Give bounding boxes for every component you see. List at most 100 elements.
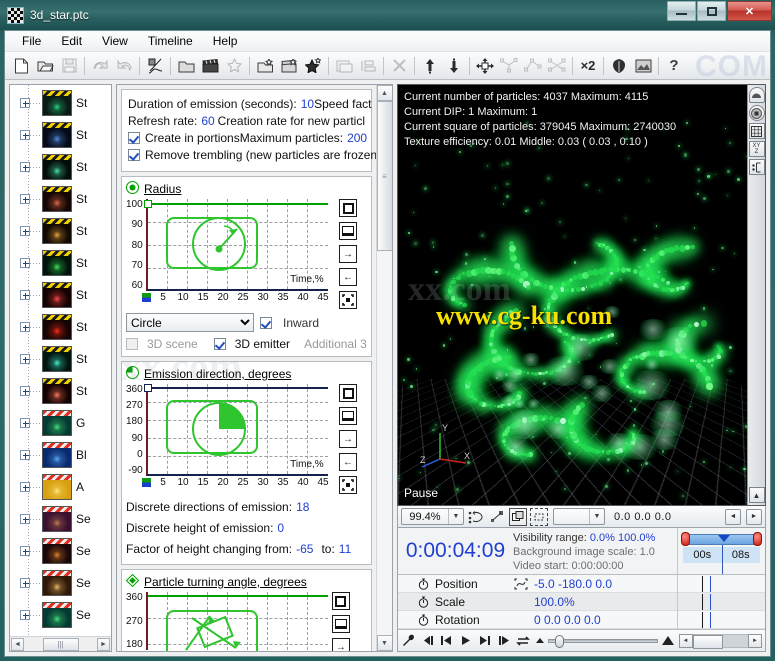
tree-item-10[interactable]: G: [10, 407, 111, 439]
move-down-button[interactable]: [442, 54, 466, 78]
chevron-down-icon[interactable]: ▼: [448, 509, 463, 524]
viewport-canvas[interactable]: xx.com www.cg-ku.com Current number of p…: [398, 85, 747, 505]
tree-item-7[interactable]: St: [10, 311, 111, 343]
zoom-combo[interactable]: 99.4% ▼: [401, 508, 464, 525]
effect-thumbnail[interactable]: [42, 602, 72, 628]
tree-expand-icon[interactable]: [20, 482, 30, 492]
range-end-knob[interactable]: [753, 532, 762, 546]
tree-expand-icon[interactable]: [20, 450, 30, 460]
effect-thumbnail[interactable]: [42, 378, 72, 404]
tree-item-15[interactable]: Se: [10, 567, 111, 599]
viewport-next-button[interactable]: ►: [746, 508, 762, 525]
effects-tree-list[interactable]: St St St St St St St St St St G Bl A Se Se Se Se: [10, 85, 111, 636]
tree-item-0[interactable]: St: [10, 87, 111, 119]
tree-horizontal-scrollbar[interactable]: ◄ ||| ►: [10, 636, 111, 651]
pivot-icon[interactable]: [748, 159, 765, 175]
slider-track[interactable]: [547, 634, 658, 648]
tree-item-1[interactable]: St: [10, 119, 111, 151]
scene3d-checkbox[interactable]: [126, 338, 138, 350]
collapse-up-icon[interactable]: ▲: [748, 487, 765, 503]
tree-item-12[interactable]: A: [10, 471, 111, 503]
inward-checkbox[interactable]: [260, 316, 272, 329]
delete-button[interactable]: [387, 54, 411, 78]
3d-viewport[interactable]: xx.com www.cg-ku.com Current number of p…: [397, 84, 766, 506]
tree-item-13[interactable]: Se: [10, 503, 111, 535]
discrete-dirs-value[interactable]: 18: [296, 500, 309, 514]
tree-expand-icon[interactable]: [20, 386, 30, 396]
go-start-icon[interactable]: [439, 633, 453, 648]
open-file-button[interactable]: [33, 54, 57, 78]
effect-thumbnail[interactable]: [42, 506, 72, 532]
props-scroll-thumb[interactable]: ≡: [376, 101, 392, 251]
shift-right-button[interactable]: →: [339, 430, 357, 448]
coord-combo[interactable]: ▼: [553, 508, 605, 525]
node-graph-button[interactable]: [497, 54, 521, 78]
tree-item-9[interactable]: St: [10, 375, 111, 407]
maximize-graph-button[interactable]: [339, 199, 357, 217]
duration-value[interactable]: 10: [301, 97, 314, 111]
tree-scroll-thumb[interactable]: |||: [42, 637, 79, 651]
radius-plot-area[interactable]: Time,%: [143, 199, 328, 291]
tree-expand-icon[interactable]: [20, 194, 30, 204]
range-start-knob[interactable]: [681, 532, 690, 546]
redo-button[interactable]: [112, 54, 136, 78]
emitter3d-checkbox[interactable]: [213, 338, 226, 350]
timeline-row-value[interactable]: 0 0.0 0.0 0.0: [534, 613, 677, 627]
timeline-row-rotation[interactable]: Rotation 0 0.0 0.0 0.0: [398, 610, 765, 629]
tree-expand-icon[interactable]: [20, 258, 30, 268]
effect-thumbnail[interactable]: [42, 570, 72, 596]
discrete-height-value[interactable]: 0: [277, 521, 284, 535]
effect-thumbnail[interactable]: [42, 314, 72, 340]
props-scroll-down-button[interactable]: ▼: [376, 635, 392, 651]
fit-graph-button[interactable]: [339, 476, 357, 494]
factor-from-value[interactable]: -65: [296, 542, 313, 556]
playhead-caret-icon[interactable]: [718, 535, 730, 542]
marquee-tool-button[interactable]: [530, 507, 548, 526]
tree-item-5[interactable]: St: [10, 247, 111, 279]
minimize-button[interactable]: [667, 1, 696, 21]
shift-left-button[interactable]: ←: [339, 268, 357, 286]
fit-graph-button[interactable]: [339, 291, 357, 309]
tree-item-16[interactable]: Se: [10, 599, 111, 631]
max-particles-value[interactable]: 200: [347, 131, 367, 145]
duplicate-tool-button[interactable]: [509, 507, 527, 526]
shift-right-button[interactable]: →: [339, 245, 357, 263]
effect-thumbnail[interactable]: [42, 250, 72, 276]
timeline-zoom-slider[interactable]: [535, 634, 674, 648]
half-graph-button[interactable]: [339, 222, 357, 240]
timeline-scroll-track[interactable]: [692, 633, 748, 649]
chevron-down-icon[interactable]: ▼: [589, 509, 604, 524]
effect-thumbnail[interactable]: [42, 442, 72, 468]
half-graph-button[interactable]: [339, 407, 357, 425]
tree-expand-icon[interactable]: [20, 98, 30, 108]
refresh-rate-value[interactable]: 60: [201, 114, 214, 128]
loop-icon[interactable]: [516, 633, 531, 648]
effect-thumbnail[interactable]: [42, 186, 72, 212]
tree-item-4[interactable]: St: [10, 215, 111, 247]
tree-expand-icon[interactable]: [20, 354, 30, 364]
stopwatch-icon[interactable]: [416, 596, 430, 608]
tree-item-3[interactable]: St: [10, 183, 111, 215]
timeline-keyframe-area[interactable]: [677, 575, 765, 593]
radius-shape-select[interactable]: CircleSquarePointLineSphere: [126, 313, 254, 332]
half-graph-button[interactable]: [331, 615, 350, 633]
maximize-graph-button[interactable]: [331, 592, 350, 610]
menu-edit[interactable]: Edit: [52, 32, 91, 50]
image-button[interactable]: [631, 54, 655, 78]
props-scroll-track[interactable]: ≡: [376, 101, 392, 635]
curve-editor-button[interactable]: [143, 54, 167, 78]
orbit-icon[interactable]: [748, 105, 765, 121]
timeline-range-control[interactable]: 00s 08s: [677, 528, 765, 574]
tree-expand-icon[interactable]: [20, 578, 30, 588]
tree-expand-icon[interactable]: [20, 610, 30, 620]
create-in-portions-checkbox[interactable]: [128, 132, 140, 144]
effect-thumbnail[interactable]: [42, 154, 72, 180]
add-folder-button[interactable]: [253, 54, 277, 78]
effect-thumbnail[interactable]: [42, 90, 72, 116]
effect-thumbnail[interactable]: [42, 346, 72, 372]
timeline-keyframe-area[interactable]: [677, 628, 765, 629]
undo-button[interactable]: [88, 54, 112, 78]
factor-to-value[interactable]: 11: [339, 542, 351, 556]
help-button[interactable]: ?: [662, 54, 686, 78]
menu-view[interactable]: View: [93, 32, 137, 50]
